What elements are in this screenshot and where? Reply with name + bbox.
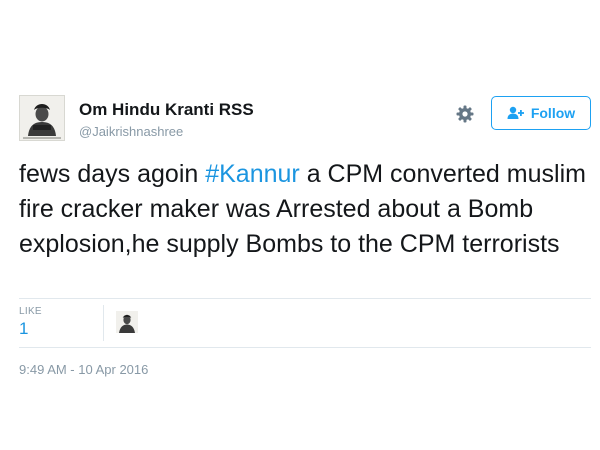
gear-icon[interactable] (455, 104, 475, 124)
user-handle[interactable]: @Jaikrishnashree (79, 124, 183, 139)
profile-photo-icon (116, 311, 138, 333)
user-display-name[interactable]: Om Hindu Kranti RSS (79, 100, 254, 120)
follow-button[interactable]: Follow (491, 96, 591, 130)
add-user-icon (507, 106, 524, 119)
divider (19, 298, 591, 299)
liker-avatar[interactable] (116, 311, 138, 333)
stats-divider (103, 305, 104, 341)
divider (19, 347, 591, 348)
hashtag-link[interactable]: #Kannur (205, 160, 300, 188)
like-count[interactable]: 1 (19, 319, 28, 339)
follow-button-label: Follow (530, 105, 576, 121)
profile-avatar[interactable] (19, 95, 65, 141)
tweet-card: Om Hindu Kranti RSS @Jaikrishnashree Fol… (0, 0, 600, 450)
tweet-text: fews days agoin #Kannur a CPM converted … (19, 157, 589, 262)
like-label: LIKE (19, 306, 42, 317)
tweet-text-before: fews days agoin (19, 160, 206, 188)
profile-photo-icon (20, 96, 64, 140)
tweet-timestamp[interactable]: 9:49 AM - 10 Apr 2016 (19, 362, 148, 377)
